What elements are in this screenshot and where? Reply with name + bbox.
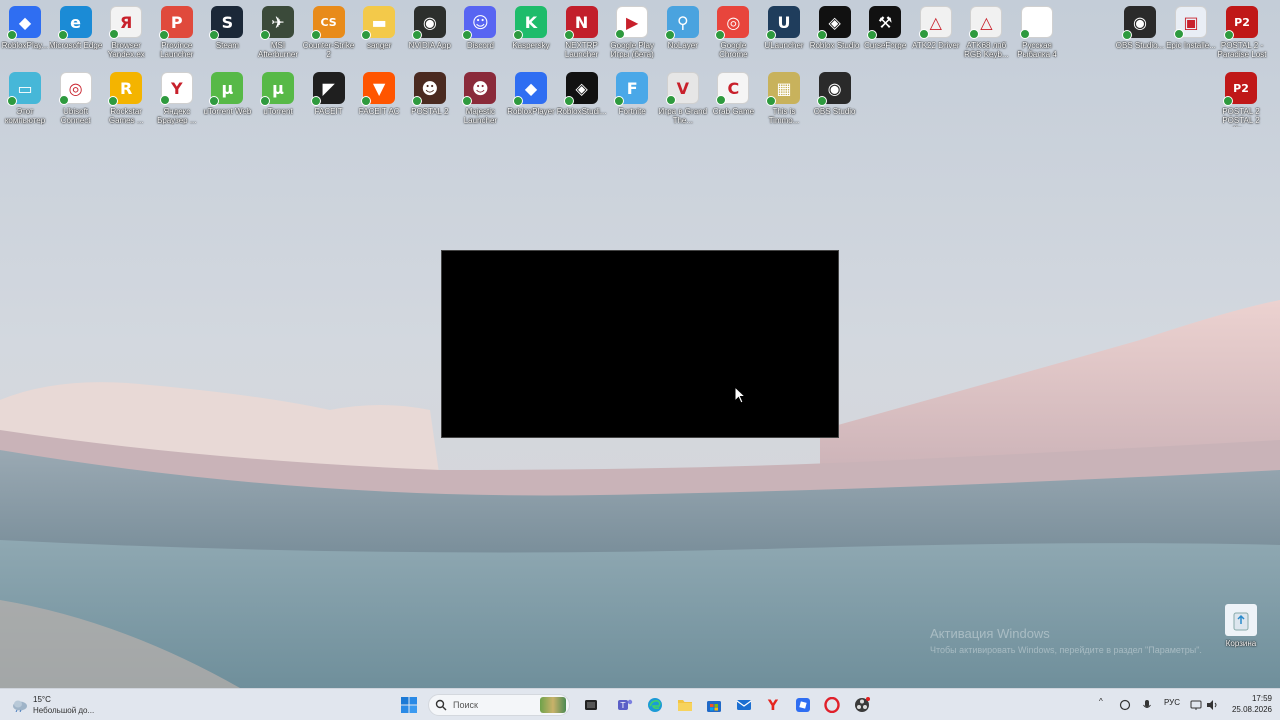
- opera-icon: [824, 697, 840, 713]
- search-icon: [435, 699, 447, 711]
- activation-subtitle: Чтобы активировать Windows, перейдите в …: [930, 645, 1202, 655]
- language-indicator[interactable]: РУС: [1164, 698, 1180, 707]
- desktop-shortcut-label: POSTAL 2 POSTAL 2 Ко...: [1222, 107, 1260, 127]
- weather-temperature: 15°C: [33, 695, 51, 704]
- weather-widget[interactable]: 15°C Небольшой до...: [8, 694, 118, 718]
- desktop-shortcut-label: POSTAL 2 - Paradise Lost: [1217, 41, 1267, 59]
- explorer-taskbar-button[interactable]: [673, 693, 697, 717]
- clock-time: 17:59: [1251, 694, 1272, 703]
- yandex-taskbar-button[interactable]: Y: [761, 693, 785, 717]
- postal2-complete-icon: P2: [1223, 72, 1257, 106]
- search-highlight-image: [540, 697, 566, 713]
- clock-date: 25.08.2026: [1231, 705, 1272, 714]
- desktop-shortcut-obs-studio[interactable]: ◉ OBS Studio...: [1115, 2, 1165, 66]
- roblox-taskbar-button[interactable]: [791, 693, 815, 717]
- desktop-icons-row-2-right: P2POSTAL 2 POSTAL 2 Ко...: [0, 68, 1280, 134]
- activation-title: Активация Windows: [930, 626, 1050, 641]
- postal2-paradise-icon: P2: [1224, 6, 1258, 40]
- taskbar: 15°C Небольшой до... Поиск T Y ^ РУС 17:…: [0, 688, 1280, 720]
- sync-check-icon: [1122, 30, 1132, 40]
- store-taskbar-button[interactable]: [702, 693, 726, 717]
- mouse-cursor-icon: [734, 386, 746, 404]
- network-icon[interactable]: [1190, 699, 1202, 711]
- teams-button[interactable]: T: [613, 693, 637, 717]
- microphone-icon[interactable]: [1141, 699, 1153, 711]
- mail-taskbar-button[interactable]: [732, 693, 756, 717]
- desktop-shortcut-label: OBS Studio...: [1115, 41, 1165, 50]
- opera-taskbar-button[interactable]: [820, 693, 844, 717]
- desktop-icons-row-1-right: ◉ OBS Studio... ▣ Epic Installe... P2 POSTAL …: [0, 2, 1280, 68]
- yandex-icon: Y: [767, 698, 779, 713]
- mail-icon: [736, 700, 752, 710]
- teams-icon: T: [618, 699, 633, 710]
- taskbar-clock[interactable]: 17:59 25.08.2026: [1226, 693, 1272, 715]
- store-icon: [707, 701, 721, 712]
- weather-cloud-icon: [13, 700, 27, 712]
- desktop-shortcut-label: Epic Installe...: [1166, 41, 1216, 50]
- desktop-shortcut-postal2-complete[interactable]: P2POSTAL 2 POSTAL 2 Ко...: [1216, 68, 1266, 132]
- desktop-shortcut-epic-installer[interactable]: ▣ Epic Installe...: [1166, 2, 1216, 66]
- epic-installer-icon: ▣: [1174, 6, 1207, 39]
- taskbar-search-box[interactable]: Поиск: [428, 694, 570, 716]
- edge-taskbar-button[interactable]: [643, 693, 667, 717]
- tray-overflow-chevron-icon[interactable]: ^: [1099, 697, 1103, 706]
- sync-check-icon: [1174, 29, 1184, 39]
- edge-icon: [648, 698, 662, 712]
- search-placeholder: Поиск: [453, 700, 478, 710]
- tray-app-icon[interactable]: [1119, 699, 1131, 711]
- obs-taskbar-button[interactable]: [850, 693, 874, 717]
- svg-text:Y: Y: [767, 698, 779, 713]
- task-view-icon: [585, 700, 597, 710]
- obs-studio-icon: ◉: [1122, 6, 1156, 40]
- desktop-shortcut-postal2-paradise[interactable]: P2 POSTAL 2 - Paradise Lost: [1217, 2, 1267, 66]
- sync-check-icon: [1224, 30, 1234, 40]
- volume-icon[interactable]: [1206, 699, 1218, 711]
- start-button[interactable]: [397, 693, 421, 717]
- windows-activation-watermark: Активация Windows Чтобы активировать Win…: [930, 626, 1230, 655]
- weather-condition: Небольшой до...: [33, 706, 95, 715]
- svg-text:T: T: [620, 701, 626, 710]
- obs-icon: [855, 697, 870, 712]
- loading-window[interactable]: [441, 250, 839, 438]
- folder-icon: [678, 700, 692, 711]
- windows-logo-icon: [401, 697, 417, 713]
- sync-check-icon: [1223, 96, 1233, 106]
- roblox-icon: [796, 698, 810, 712]
- task-view-button[interactable]: [579, 693, 603, 717]
